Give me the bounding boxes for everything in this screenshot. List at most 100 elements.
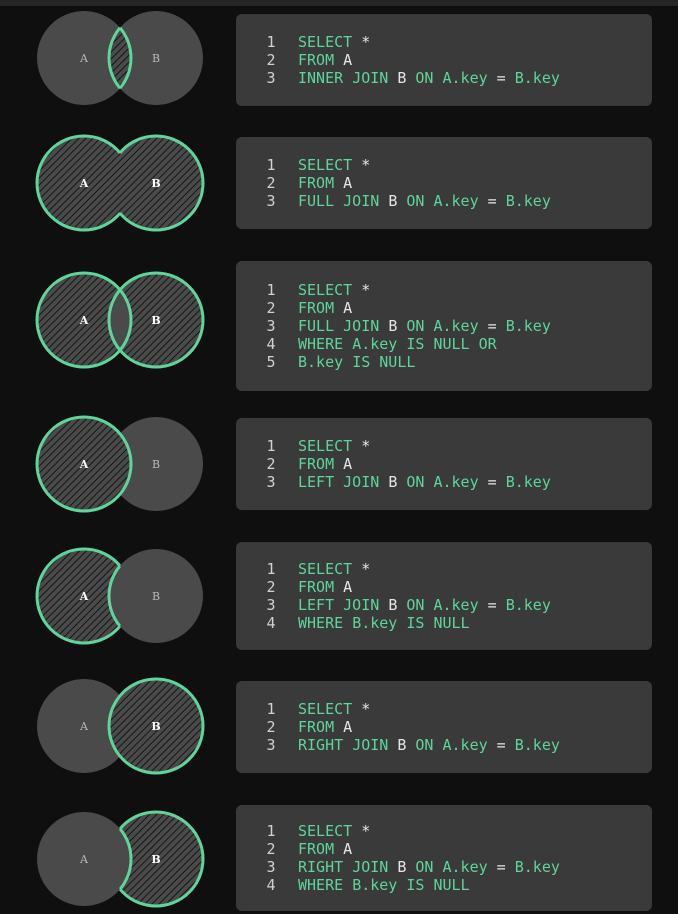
code-line: 3 RIGHT JOIN B ON A.key = B.key xyxy=(236,736,652,754)
venn-diagram-7: AB xyxy=(37,810,205,908)
label-b: B xyxy=(152,458,160,471)
line-number: 2 xyxy=(266,174,276,192)
code-line: 2 FROM A xyxy=(236,174,652,192)
code-text: LEFT JOIN B ON A.key = B.key xyxy=(298,473,551,491)
line-number: 2 xyxy=(266,455,276,473)
label-b: B xyxy=(151,314,160,327)
label-a: A xyxy=(79,458,89,471)
code-line: 4 WHERE A.key IS NULL OR xyxy=(236,335,652,353)
code-text: FROM A xyxy=(298,174,353,192)
code-text: SELECT * xyxy=(298,822,371,840)
venn-diagram-3: AB xyxy=(35,271,205,369)
code-text: B.key IS NULL xyxy=(298,353,416,371)
venn-diagram-4: AB xyxy=(35,415,203,513)
code-text: FULL JOIN B ON A.key = B.key xyxy=(298,317,551,335)
code-line: 2 FROM A xyxy=(236,578,652,596)
code-line: 5 B.key IS NULL xyxy=(236,353,652,371)
label-a: A xyxy=(79,314,89,327)
label-a: A xyxy=(79,590,89,603)
line-number: 1 xyxy=(266,33,276,51)
line-number: 3 xyxy=(266,192,276,210)
code-text: SELECT * xyxy=(298,281,371,299)
line-number: 1 xyxy=(266,700,276,718)
code-text: SELECT * xyxy=(298,33,371,51)
code-line: 1 SELECT * xyxy=(236,437,652,455)
code-text: FULL JOIN B ON A.key = B.key xyxy=(298,192,551,210)
line-number: 3 xyxy=(266,317,276,335)
code-text: SELECT * xyxy=(298,700,371,718)
line-number: 5 xyxy=(266,353,276,371)
code-line: 3 LEFT JOIN B ON A.key = B.key xyxy=(236,473,652,491)
code-line: 1 SELECT * xyxy=(236,33,652,51)
code-text: FROM A xyxy=(298,718,353,736)
code-line: 2 FROM A xyxy=(236,718,652,736)
line-number: 1 xyxy=(266,156,276,174)
code-text: SELECT * xyxy=(298,560,371,578)
venn-diagram-5: AB xyxy=(35,547,203,645)
line-number: 1 xyxy=(266,281,276,299)
venn-diagram-1: AB xyxy=(37,11,203,105)
line-number: 3 xyxy=(266,69,276,87)
sql-code-panel-6: 1 SELECT * 2 FROM A 3 RIGHT JOIN B ON A.key =… xyxy=(236,681,652,773)
code-line: 3 FULL JOIN B ON A.key = B.key xyxy=(236,192,652,210)
line-number: 2 xyxy=(266,299,276,317)
code-line: 2 FROM A xyxy=(236,840,652,858)
label-b: B xyxy=(151,853,160,866)
code-line: 2 FROM A xyxy=(236,51,652,69)
label-b: B xyxy=(151,177,160,190)
label-a: A xyxy=(79,177,89,190)
code-line: 1 SELECT * xyxy=(236,560,652,578)
code-text: FROM A xyxy=(298,51,353,69)
line-number: 2 xyxy=(266,840,276,858)
code-text: FROM A xyxy=(298,578,353,596)
code-text: RIGHT JOIN B ON A.key = B.key xyxy=(298,858,560,876)
code-text: WHERE A.key IS NULL OR xyxy=(298,335,497,353)
code-line: 3 LEFT JOIN B ON A.key = B.key xyxy=(236,596,652,614)
code-text: FROM A xyxy=(298,299,353,317)
code-text: INNER JOIN B ON A.key = B.key xyxy=(298,69,560,87)
sql-code-panel-4: 1 SELECT * 2 FROM A 3 LEFT JOIN B ON A.key = … xyxy=(236,418,652,510)
code-line: 4 WHERE B.key IS NULL xyxy=(236,876,652,894)
code-text: FROM A xyxy=(298,455,353,473)
sql-code-panel-3: 1 SELECT * 2 FROM A 3 FULL JOIN B ON A.key = … xyxy=(236,261,652,391)
code-line: 1 SELECT * xyxy=(236,700,652,718)
line-number: 2 xyxy=(266,51,276,69)
line-number: 2 xyxy=(266,578,276,596)
label-b: B xyxy=(151,720,160,733)
code-line: 3 FULL JOIN B ON A.key = B.key xyxy=(236,317,652,335)
line-number: 4 xyxy=(266,614,276,632)
line-number: 2 xyxy=(266,718,276,736)
code-line: 1 SELECT * xyxy=(236,281,652,299)
code-line: 3 RIGHT JOIN B ON A.key = B.key xyxy=(236,858,652,876)
line-number: 1 xyxy=(266,560,276,578)
venn-diagram-6: AB xyxy=(37,677,205,775)
code-line: 4 WHERE B.key IS NULL xyxy=(236,614,652,632)
code-line: 1 SELECT * xyxy=(236,822,652,840)
code-line: 1 SELECT * xyxy=(236,156,652,174)
code-text: WHERE B.key IS NULL xyxy=(298,876,470,894)
line-number: 3 xyxy=(266,858,276,876)
sql-code-panel-5: 1 SELECT * 2 FROM A 3 LEFT JOIN B ON A.key = … xyxy=(236,542,652,650)
line-number: 4 xyxy=(266,876,276,894)
code-line: 2 FROM A xyxy=(236,455,652,473)
code-text: FROM A xyxy=(298,840,353,858)
venn-diagram-2: AB xyxy=(35,134,205,232)
line-number: 3 xyxy=(266,473,276,491)
line-number: 3 xyxy=(266,596,276,614)
code-line: 3 INNER JOIN B ON A.key = B.key xyxy=(236,69,652,87)
code-text: LEFT JOIN B ON A.key = B.key xyxy=(298,596,551,614)
label-a: A xyxy=(79,853,89,866)
code-text: WHERE B.key IS NULL xyxy=(298,614,470,632)
code-line: 2 FROM A xyxy=(236,299,652,317)
code-text: SELECT * xyxy=(298,437,371,455)
code-text: RIGHT JOIN B ON A.key = B.key xyxy=(298,736,560,754)
label-b: B xyxy=(152,590,160,603)
label-a: A xyxy=(79,720,89,733)
line-number: 1 xyxy=(266,822,276,840)
sql-code-panel-2: 1 SELECT * 2 FROM A 3 FULL JOIN B ON A.key = … xyxy=(236,137,652,229)
label-b: B xyxy=(152,52,160,65)
code-text: SELECT * xyxy=(298,156,371,174)
line-number: 1 xyxy=(266,437,276,455)
sql-code-panel-1: 1 SELECT * 2 FROM A 3 INNER JOIN B ON A.key =… xyxy=(236,14,652,106)
line-number: 3 xyxy=(266,736,276,754)
